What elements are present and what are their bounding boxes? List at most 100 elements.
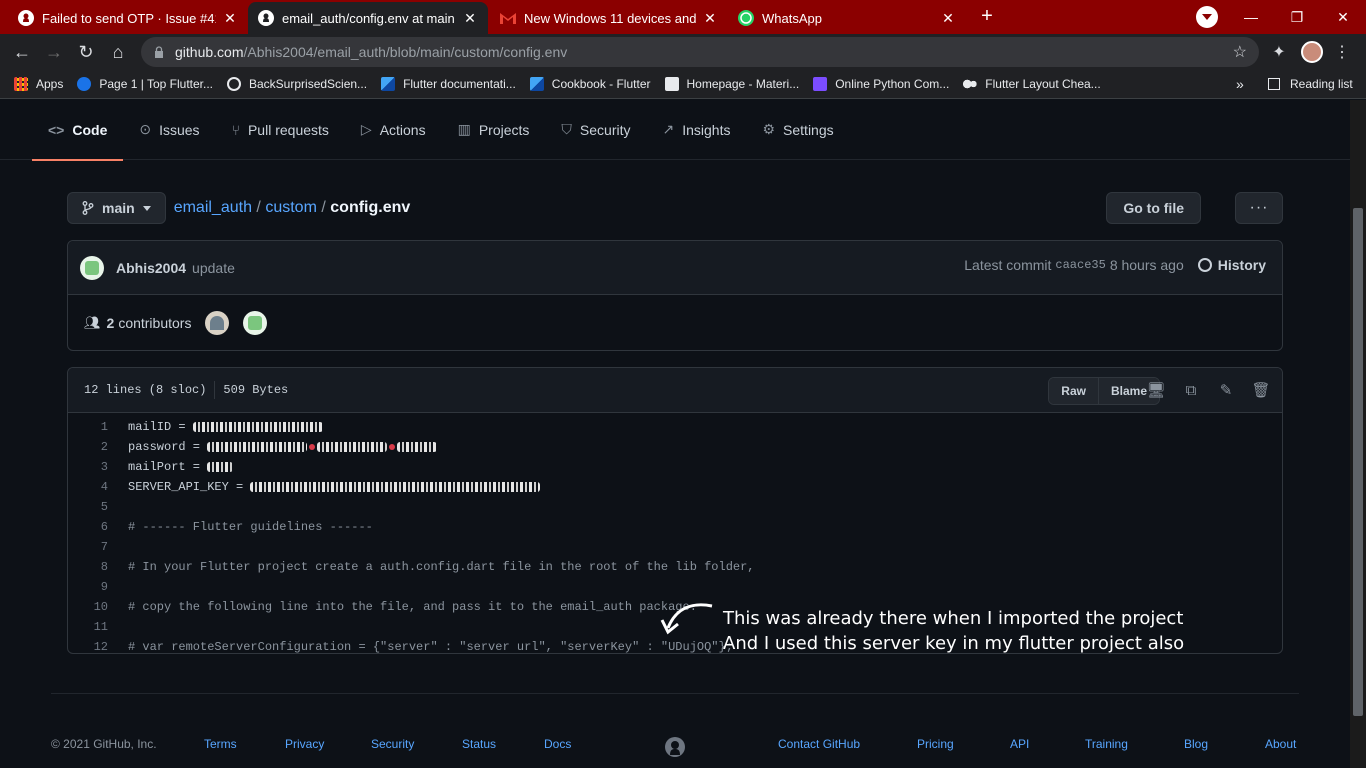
home-icon[interactable]: ⌂ <box>106 40 130 64</box>
code-icon: <> <box>48 121 65 138</box>
tab-title: Failed to send OTP · Issue #41 · s <box>42 10 216 26</box>
breadcrumb-dir-link[interactable]: custom <box>265 199 317 216</box>
browser-tab-gmail[interactable]: New Windows 11 devices and m ✕ <box>490 2 728 34</box>
browser-tab-bar: Failed to send OTP · Issue #41 · s ✕ ema… <box>0 0 1366 34</box>
footer-link-about[interactable]: About <box>1265 737 1296 751</box>
bookmark-apps[interactable]: Apps <box>14 77 63 91</box>
code-line: 9 <box>100 580 108 594</box>
play-icon: ▷ <box>360 121 372 137</box>
branch-select-button[interactable]: main <box>67 192 166 224</box>
bookmark-item[interactable]: Page 1 | Top Flutter... <box>77 77 213 91</box>
bookmark-item[interactable]: BackSurprisedScien... <box>227 77 367 91</box>
close-tab-icon[interactable]: ✕ <box>462 10 478 27</box>
redaction-scribble <box>207 462 234 472</box>
minimize-icon[interactable]: — <box>1228 0 1274 34</box>
footer-divider <box>51 693 1299 694</box>
breadcrumb-repo-link[interactable]: email_auth <box>174 199 252 216</box>
close-tab-icon[interactable]: ✕ <box>702 10 718 27</box>
footer-link-blog[interactable]: Blog <box>1184 737 1208 751</box>
bookmark-favicon-icon <box>664 77 679 91</box>
back-icon[interactable]: ← <box>10 40 34 64</box>
history-button[interactable]: History <box>1197 257 1266 273</box>
footer-link-status[interactable]: Status <box>462 737 496 751</box>
github-logo-icon[interactable] <box>664 736 686 758</box>
tab-actions[interactable]: ▷ Actions <box>345 100 442 160</box>
footer-link-contact[interactable]: Contact GitHub <box>778 737 860 751</box>
footer-link-docs[interactable]: Docs <box>544 737 571 751</box>
page-scrollbar[interactable] <box>1350 100 1366 768</box>
avatar[interactable] <box>80 255 104 280</box>
raw-button[interactable]: Raw <box>1049 378 1098 404</box>
code-line: 4 SERVER_API_KEY = <box>68 477 1282 497</box>
desktop-icon[interactable]: 🖥︎ <box>1146 380 1166 400</box>
redaction-scribble <box>192 422 323 432</box>
commit-message-link[interactable]: update <box>192 260 235 276</box>
reading-list-button[interactable]: Reading list <box>1268 77 1353 91</box>
contributors-row[interactable]: 👥︎ 2 contributors <box>68 295 1282 351</box>
tab-search-icon[interactable] <box>1196 6 1218 28</box>
address-bar[interactable]: github.com/Abhis2004/email_auth/blob/mai… <box>141 37 1259 67</box>
commit-author-link[interactable]: Abhis2004 <box>116 260 186 276</box>
browser-tab-whatsapp[interactable]: WhatsApp ✕ <box>728 2 966 34</box>
reload-icon[interactable]: ↻ <box>74 40 98 64</box>
pull-request-icon: ⑂ <box>231 121 240 138</box>
contributors-label: contributors <box>118 315 192 331</box>
copy-icon[interactable]: ⧉ <box>1181 380 1201 400</box>
bookmark-favicon-icon <box>77 77 92 91</box>
close-tab-icon[interactable]: ✕ <box>940 10 956 27</box>
avatar[interactable] <box>243 311 268 335</box>
profile-avatar[interactable] <box>1301 41 1323 63</box>
bookmark-item[interactable]: Flutter documentati... <box>381 77 516 91</box>
tab-issues[interactable]: ⊙ Issues <box>123 100 215 160</box>
bookmark-item[interactable]: Online Python Com... <box>813 77 949 91</box>
tab-projects[interactable]: ▥ Projects <box>442 100 546 160</box>
tab-code[interactable]: <> Code <box>32 100 124 161</box>
close-tab-icon[interactable]: ✕ <box>222 10 238 27</box>
github-page: <> Code ⊙ Issues ⑂ Pull requests ▷ Actions ▥… <box>0 100 1350 768</box>
breadcrumb-file-name: config.env <box>330 199 411 216</box>
tab-security[interactable]: ⛉ Security <box>545 100 646 160</box>
redaction-scribble <box>250 482 541 492</box>
pencil-icon[interactable]: ✎ <box>1216 380 1236 400</box>
redaction-scribble <box>317 442 388 452</box>
footer-link-training[interactable]: Training <box>1085 737 1128 751</box>
code-line: 6 # ------ Flutter guidelines ------ <box>100 520 373 534</box>
footer-link-privacy[interactable]: Privacy <box>285 737 324 751</box>
medium-icon <box>963 77 978 91</box>
menu-kebab-icon[interactable]: ⋮ <box>1332 42 1352 62</box>
commit-sha-link[interactable]: caace35 <box>1055 258 1105 272</box>
footer-link-security[interactable]: Security <box>371 737 414 751</box>
close-window-icon[interactable]: ✕ <box>1320 0 1366 34</box>
extensions-puzzle-icon[interactable]: ✦ <box>1269 42 1289 62</box>
maximize-icon[interactable]: ❐ <box>1274 0 1320 34</box>
bookmark-item[interactable]: Flutter Layout Chea... <box>963 77 1101 91</box>
footer-link-pricing[interactable]: Pricing <box>917 737 954 751</box>
github-favicon-icon <box>18 10 34 26</box>
bookmark-item[interactable]: Cookbook - Flutter <box>529 77 651 91</box>
more-options-button[interactable]: ··· <box>1235 192 1283 224</box>
bookmark-star-icon[interactable]: ☆ <box>1233 42 1247 62</box>
go-to-file-button[interactable]: Go to file <box>1106 192 1201 224</box>
trash-icon[interactable]: 🗑︎ <box>1251 380 1271 400</box>
avatar[interactable] <box>205 311 230 335</box>
forward-icon[interactable]: → <box>42 40 66 64</box>
more-bookmarks-icon[interactable]: » <box>1236 76 1244 92</box>
footer-link-terms[interactable]: Terms <box>204 737 237 751</box>
tab-pull-requests[interactable]: ⑂ Pull requests <box>216 100 345 160</box>
footer-copyright: © 2021 GitHub, Inc. <box>51 737 157 751</box>
code-line: 8 # In your Flutter project create a auth… <box>100 560 755 574</box>
new-tab-button[interactable]: + <box>973 5 1001 29</box>
tab-settings[interactable]: ⚙ Settings <box>746 100 849 160</box>
issue-icon: ⊙ <box>139 121 152 137</box>
history-icon <box>1197 258 1212 272</box>
tab-insights[interactable]: ↗ Insights <box>647 100 747 160</box>
browser-tab-config[interactable]: email_auth/config.env at main · A ✕ <box>248 2 488 34</box>
scrollbar-thumb[interactable] <box>1353 208 1363 716</box>
browser-tab-issue[interactable]: Failed to send OTP · Issue #41 · s ✕ <box>8 2 248 34</box>
commit-summary: Abhis2004 update Latest commit caace35 8… <box>68 241 1282 295</box>
tab-title: email_auth/config.env at main · A <box>282 10 456 26</box>
footer-link-api[interactable]: API <box>1010 737 1029 751</box>
latest-commit-box: Abhis2004 update Latest commit caace35 8… <box>67 240 1283 351</box>
project-icon: ▥ <box>457 121 471 137</box>
bookmark-item[interactable]: Homepage - Materi... <box>664 77 799 91</box>
